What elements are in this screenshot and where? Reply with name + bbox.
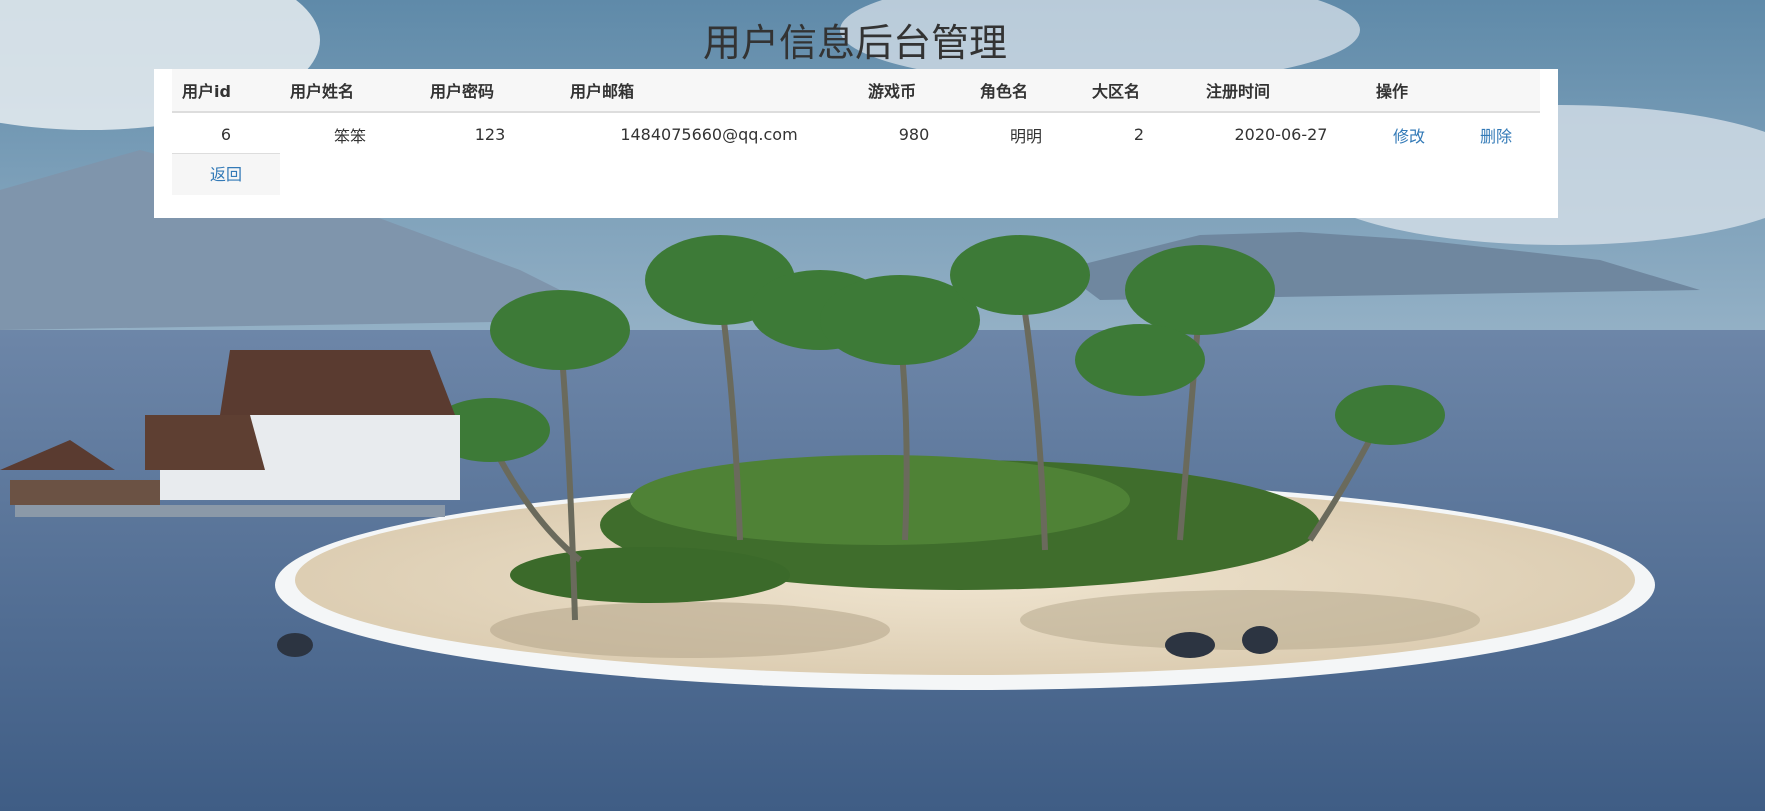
cell-edit-action: 修改 — [1366, 112, 1452, 156]
cell-user-id: 6 — [220, 125, 232, 144]
column-header-role-name: 角色名 — [970, 69, 1082, 113]
edit-link[interactable]: 修改 — [1393, 127, 1425, 146]
column-header-game-coins: 游戏币 — [858, 69, 970, 113]
cell-region-name: 2 — [1133, 125, 1145, 144]
cell-role-name: 明明 — [1009, 126, 1042, 146]
page-title: 用户信息后台管理 — [702, 21, 1007, 65]
cell-user-name: 笨笨 — [333, 126, 366, 146]
cell-user-password: 123 — [474, 125, 506, 144]
cell-register-time: 2020-06-27 — [1234, 125, 1328, 144]
back-link[interactable]: 返回 — [172, 153, 280, 195]
column-header-user-name: 用户姓名 — [280, 69, 420, 113]
cell-game-coins: 980 — [898, 125, 930, 144]
column-header-actions: 操作 — [1366, 69, 1540, 113]
column-header-user-email: 用户邮箱 — [560, 69, 858, 113]
user-info-panel: 用户id 用户姓名 用户密码 用户邮箱 游戏币 角色名 大区名 注册时间 操作 … — [154, 69, 1558, 218]
table-row: 6 笨笨 123 1484075660@qq.com 980 明明 2 2020… — [172, 112, 1540, 156]
cell-delete-action: 删除 — [1452, 112, 1540, 156]
column-header-register-time: 注册时间 — [1196, 69, 1366, 113]
delete-link[interactable]: 删除 — [1480, 127, 1512, 146]
column-header-user-id: 用户id — [172, 69, 280, 113]
column-header-region-name: 大区名 — [1082, 69, 1196, 113]
cell-user-email: 1484075660@qq.com — [620, 125, 798, 144]
table-header-row: 用户id 用户姓名 用户密码 用户邮箱 游戏币 角色名 大区名 注册时间 操作 — [172, 69, 1540, 113]
column-header-user-password: 用户密码 — [420, 69, 560, 113]
user-table: 用户id 用户姓名 用户密码 用户邮箱 游戏币 角色名 大区名 注册时间 操作 … — [172, 69, 1540, 156]
